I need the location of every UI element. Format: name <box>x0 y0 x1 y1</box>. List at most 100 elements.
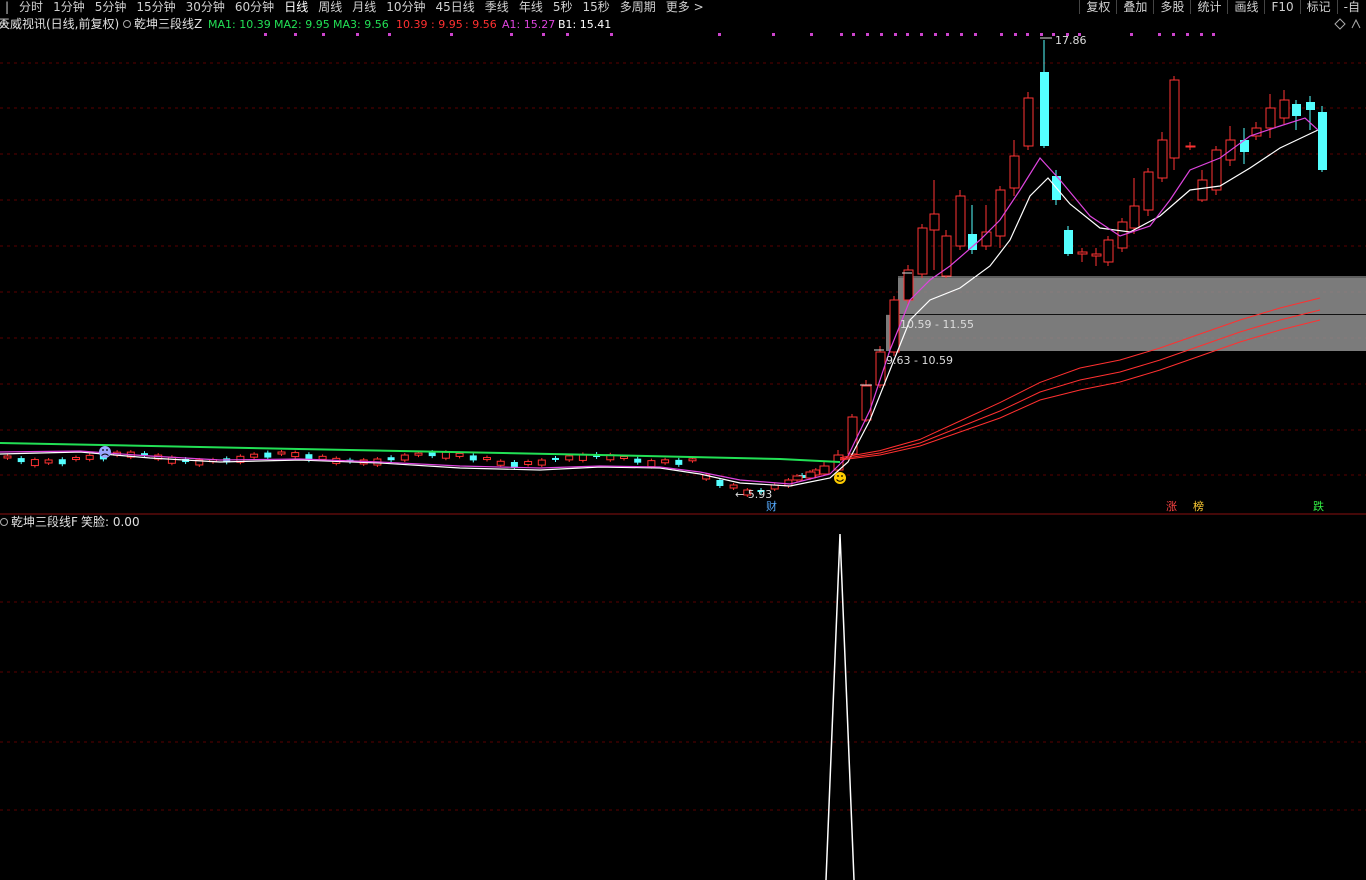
period-tab-12[interactable]: 年线 <box>514 0 548 14</box>
period-tab-7[interactable]: 周线 <box>313 0 347 14</box>
candle-body <box>428 452 436 457</box>
period-tab-11[interactable]: 季线 <box>480 0 514 14</box>
signal-dot-6 <box>510 33 513 36</box>
signal-dot-9 <box>610 33 613 36</box>
stock-chart[interactable]: 10.59 - 11.559.63 - 10.5917.86← 5.93财涨榜跌… <box>0 14 1366 880</box>
diamond-icon[interactable] <box>1334 18 1346 30</box>
tool-button-3[interactable]: 统计 <box>1190 0 1227 14</box>
tool-button-6[interactable]: 标记 <box>1299 0 1337 14</box>
candle-body <box>903 269 914 301</box>
period-tab-0[interactable]: 分时 <box>14 0 48 14</box>
candle-body <box>277 451 286 455</box>
sub-indicator-panel: 乾坤三段线F 笑脸: 0.00 <box>0 514 855 880</box>
signal-dot-35 <box>1200 33 1203 36</box>
tool-button-1[interactable]: 叠加 <box>1116 0 1153 14</box>
sad-eye <box>106 449 108 451</box>
legend-bar: 天威视讯(日线,前复权) 乾坤三段线Z MA1: 10.39 MA2: 9.95 MA3… <box>0 16 1361 31</box>
legend-item-3: 10.39 <box>396 18 428 31</box>
sad-eye <box>102 449 104 451</box>
period-tab-15[interactable]: 多周期 <box>615 0 661 14</box>
candle-body <box>1318 112 1327 170</box>
signal-dot-32 <box>1158 33 1161 36</box>
signal-dot-4 <box>388 33 391 36</box>
sub-toggle-icon[interactable] <box>0 518 8 526</box>
period-tab-9[interactable]: 10分钟 <box>381 0 430 14</box>
candle-body <box>661 459 670 464</box>
smile-signal-spike <box>825 533 855 880</box>
candle-body <box>929 213 940 231</box>
period-tab-4[interactable]: 30分钟 <box>181 0 230 14</box>
signal-dot-31 <box>1130 33 1133 36</box>
period-tab-5[interactable]: 60分钟 <box>230 0 279 14</box>
signal-dot-17 <box>894 33 897 36</box>
period-list: 分时 1分钟 5分钟 15分钟 30分钟 60分钟 日线 周线 月线 10分钟 45日线 季线 年线 5秒… <box>14 0 709 14</box>
bottom-tag-3: 跌 <box>1313 499 1324 513</box>
candle-body <box>716 480 724 486</box>
candle-body <box>995 189 1006 237</box>
period-tab-6[interactable]: 日线 <box>279 0 313 14</box>
legend-item-0: MA1: 10.39 <box>208 18 271 31</box>
candle-body <box>552 457 559 460</box>
period-tab-14[interactable]: 15秒 <box>577 0 614 14</box>
candle-body <box>441 451 450 459</box>
signal-dot-27 <box>1040 33 1043 36</box>
indicator-name: 乾坤三段线Z <box>134 16 202 31</box>
candle-body <box>1064 230 1073 254</box>
candle-body <box>1197 179 1208 201</box>
candle-body <box>469 455 477 461</box>
tool-button-0[interactable]: 复权 <box>1079 0 1116 14</box>
candle-body <box>400 454 409 461</box>
candle-body <box>17 458 25 463</box>
candle-body <box>3 455 12 459</box>
candle-body <box>634 458 642 463</box>
period-tab-8[interactable]: 月线 <box>347 0 381 14</box>
signal-dot-2 <box>322 33 325 36</box>
signal-dot-25 <box>1014 33 1017 36</box>
legend-item-5: : 9.56 <box>465 18 497 31</box>
bottom-tag-1: 涨 <box>1166 500 1177 513</box>
candle-body <box>1091 253 1102 257</box>
tool-button-2[interactable]: 多股 <box>1153 0 1190 14</box>
signal-dot-18 <box>906 33 909 36</box>
candle-body <box>968 234 977 250</box>
signal-dot-34 <box>1186 33 1189 36</box>
period-tab-3[interactable]: 15分钟 <box>131 0 180 14</box>
candle-body <box>1169 79 1180 159</box>
signal-dot-0 <box>264 33 267 36</box>
candle-body <box>455 452 464 457</box>
candle-body <box>524 461 533 466</box>
signal-dot-11 <box>772 33 775 36</box>
signal-dot-7 <box>542 33 545 36</box>
indicator-toggle-icon[interactable] <box>123 20 131 28</box>
legend-item-4: : 9.95 <box>431 18 463 31</box>
candle-body <box>167 456 176 464</box>
candle-body <box>85 454 94 460</box>
ma-green-line <box>0 442 841 463</box>
period-tab-2[interactable]: 5分钟 <box>90 0 132 14</box>
candle-body <box>250 453 259 458</box>
signal-dot-12 <box>810 33 813 36</box>
stock-title: 天威视讯(日线,前复权) <box>0 16 119 31</box>
legend-item-6: A1: 15.27 <box>502 18 555 31</box>
signal-dot-21 <box>946 33 949 36</box>
candle-body <box>675 459 683 465</box>
expand-icon[interactable] <box>1351 18 1361 29</box>
signal-dot-20 <box>934 33 937 36</box>
tool-button-7[interactable]: -自 <box>1336 0 1366 14</box>
period-tab-16[interactable]: 更多 > <box>661 0 709 14</box>
tool-button-5[interactable]: F10 <box>1264 0 1299 14</box>
candle-body <box>565 455 574 461</box>
candle-body <box>291 452 300 458</box>
candle-body <box>44 459 53 464</box>
smile-eye <box>841 475 843 477</box>
period-tab-1[interactable]: 1分钟 <box>48 0 90 14</box>
signal-dot-13 <box>840 33 843 36</box>
signal-dot-3 <box>356 33 359 36</box>
toolbar-back-icon[interactable]: | <box>0 0 14 14</box>
zone-upper <box>898 278 1366 314</box>
period-tab-13[interactable]: 5秒 <box>548 0 578 14</box>
tool-button-4[interactable]: 画线 <box>1227 0 1264 14</box>
period-tab-10[interactable]: 45日线 <box>431 0 480 14</box>
sad-face-icon <box>99 446 111 458</box>
candle-body <box>1211 149 1222 191</box>
